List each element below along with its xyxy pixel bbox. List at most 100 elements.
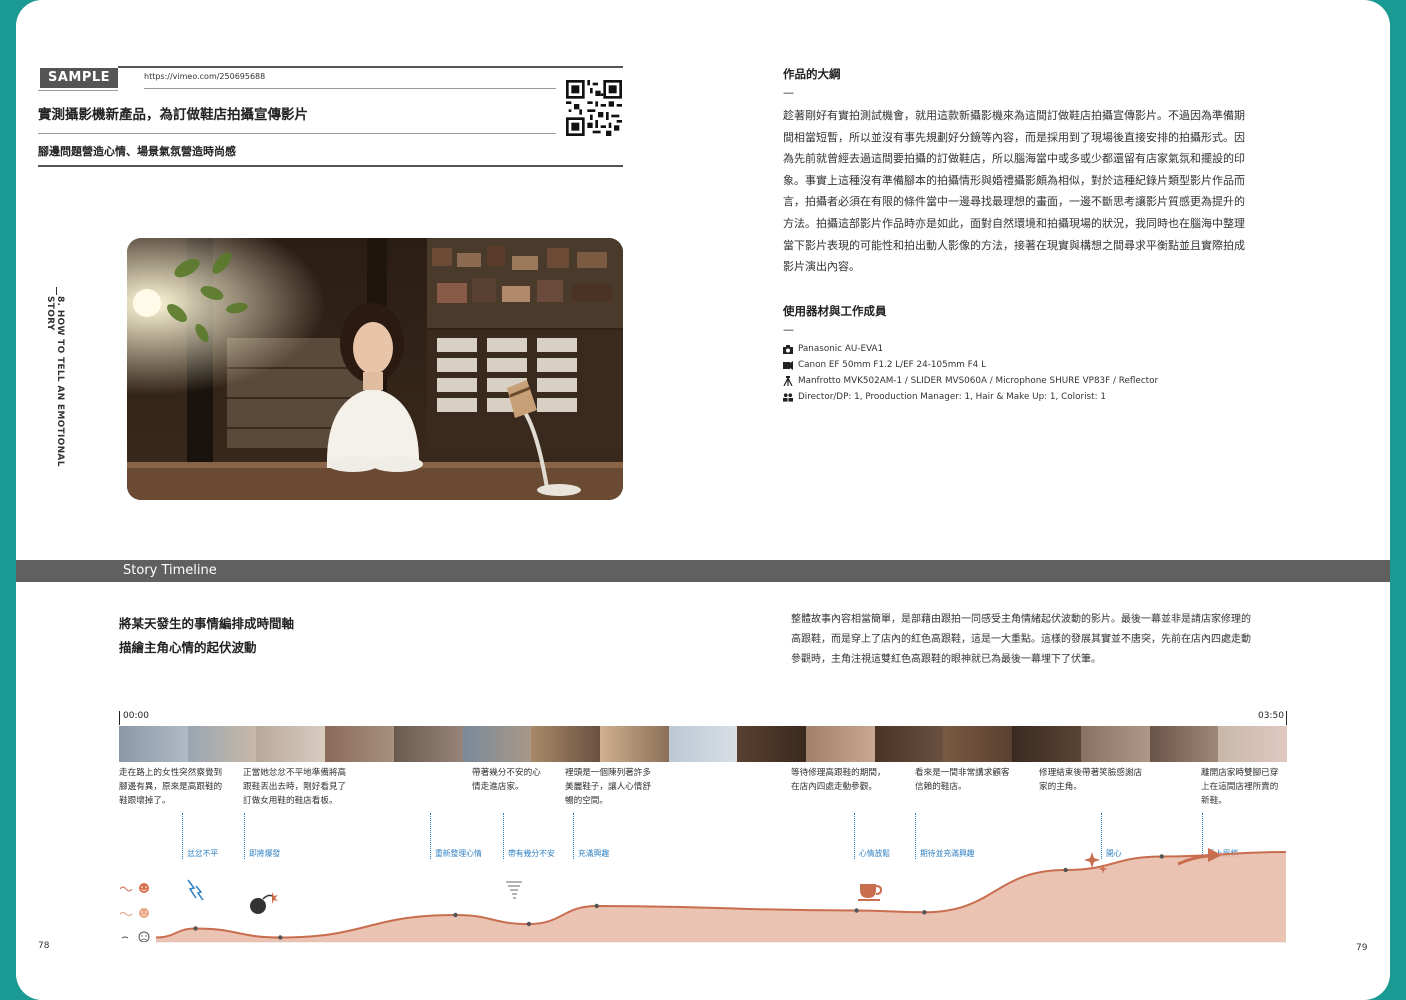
video-thumbnail[interactable] — [1080, 726, 1150, 762]
summary-line: 高跟鞋，而是穿上了店內的紅色高跟鞋，這是一大重點。這樣的發展其實並不唐突，先前在… — [791, 634, 1251, 645]
outline-line: 間相當短暫，所以並沒有事先規劃好分鏡等內容，而是採用到了現場後直接安排的拍攝形式… — [783, 130, 1245, 144]
video-thumbnail[interactable] — [806, 726, 875, 762]
caption-line: 等待修理高跟鞋的期間， — [791, 768, 886, 778]
equipment-item: Director/DP: 1, Prooduction Manager: 1, … — [783, 389, 1158, 405]
scene-caption: 走在路上的女性突然察覺到 腳邊有異，原來是高跟鞋的 鞋跟壞掉了。 — [119, 766, 222, 808]
outline-dash: — — [783, 86, 794, 99]
equipment-list: Panasonic AU-EVA1 Canon EF 50mm F1.2 L/E… — [783, 341, 1158, 405]
sad-face-icon — [121, 931, 150, 942]
mood-scale — [119, 883, 150, 942]
caption-line: 正當她忿忿不平地準備將高 — [243, 768, 347, 778]
caption-line: 在店內四處走動參觀。 — [791, 782, 877, 792]
side-tick — [56, 287, 57, 295]
whirlwind-icon — [506, 881, 522, 899]
video-thumbnail[interactable] — [874, 726, 944, 762]
scene-caption: 修理結束後帶著笑臉感謝店 家的主角。 — [1039, 766, 1142, 794]
lightning-icon — [187, 879, 204, 901]
video-thumbnail[interactable] — [256, 726, 326, 762]
outline-line: 方法。拍攝這部影片作品時亦是如此，面對自然環境和拍攝現場的狀況，我同時也在腦海中… — [783, 216, 1245, 230]
sample-badge: SAMPLE 2: — [40, 68, 118, 105]
equipment-text: Panasonic AU-EVA1 — [798, 344, 884, 354]
caption-line: 帶著幾分不安的心 — [472, 768, 541, 778]
emotion-point — [526, 921, 532, 927]
video-thumbnail[interactable] — [531, 726, 600, 762]
tripod-icon — [783, 376, 793, 386]
timeline-band-label: Story Timeline — [123, 563, 217, 578]
caption-line: 鞋跟壞掉了。 — [119, 796, 171, 806]
outline-line: 言，拍攝者必須在有限的條件當中一邊尋找最理想的畫面，一邊不斷思考讓影片質感更為提… — [783, 195, 1245, 209]
video-thumbnail[interactable] — [462, 726, 532, 762]
scene-caption: 裡頭是一個陳列著許多 美麗鞋子，讓人心情舒 暢的空間。 — [565, 766, 651, 808]
emotion-point — [922, 910, 927, 915]
equipment-heading: 使用器材與工作成員 — [783, 304, 887, 318]
outline-line: 為先前就曾經去過這間要拍攝的訂做鞋店，所以腦海當中或多或少都還留有店家氣氛和擺設… — [783, 152, 1245, 166]
chapter-side-label: 8. HOW TO TELL AN EMOTIONAL STORY — [45, 296, 65, 467]
equipment-item: Manfrotto MVK502AM-1 / SLIDER MVS060A / … — [783, 373, 1158, 389]
caption-line: 美麗鞋子，讓人心情舒 — [565, 782, 651, 792]
video-thumbnail[interactable] — [599, 726, 669, 762]
title-divider — [38, 133, 556, 134]
outline-line: 影片演出內容。 — [783, 260, 860, 274]
video-thumbnail[interactable] — [1218, 726, 1287, 762]
outline-heading: 作品的大綱 — [783, 67, 841, 81]
start-marker — [119, 711, 120, 725]
scene-caption: 等待修理高跟鞋的期間， 在店內四處走動參觀。 — [791, 766, 886, 794]
coffee-cup-icon — [858, 884, 883, 901]
video-thumbnail[interactable] — [325, 726, 394, 762]
outline-line: 趁著剛好有實拍測試機會，就用這款新攝影機來為這間訂做鞋店拍攝宣傳影片。不過因為準… — [783, 109, 1245, 122]
caption-line: 裡頭是一個陳列著許多 — [565, 768, 651, 778]
caption-line: 上在這間店裡所賣的 — [1201, 782, 1279, 792]
neutral-face-icon — [119, 908, 149, 918]
page-number-right: 79 — [1356, 943, 1368, 953]
scene-photo — [127, 238, 623, 500]
thumbnail-strip — [119, 726, 1287, 762]
summary-line: 參觀時，主角注視這雙紅色高跟鞋的眼神就已為最後一幕埋下了伏筆。 — [791, 654, 1101, 665]
video-url[interactable]: https://vimeo.com/250695688 — [144, 72, 265, 81]
video-thumbnail[interactable] — [1012, 726, 1081, 762]
video-thumbnail[interactable] — [119, 726, 188, 762]
equipment-text: Director/DP: 1, Prooduction Manager: 1, … — [798, 392, 1106, 402]
emotion-point — [1159, 854, 1164, 859]
caption-line: 離開店家時雙腳已穿 — [1201, 768, 1279, 778]
video-thumbnail[interactable] — [187, 726, 257, 762]
outline-body: 趁著剛好有實拍測試機會，就用這款新攝影機來為這間訂做鞋店拍攝宣傳影片。不過因為準… — [783, 105, 1283, 278]
caption-line: 修理結束後帶著笑臉感謝店 — [1039, 768, 1143, 778]
video-thumbnail[interactable] — [943, 726, 1013, 762]
emotion-point — [193, 926, 198, 931]
video-thumbnail[interactable] — [737, 726, 807, 762]
caption-line: 家的主角。 — [1039, 782, 1082, 792]
video-thumbnail[interactable] — [393, 726, 463, 762]
caption-line: 情走進店家。 — [472, 782, 524, 792]
lens-icon — [783, 360, 793, 370]
emotion-point — [854, 908, 859, 913]
scene-caption: 看來是一間非常講求顧客 信賴的鞋店。 — [915, 766, 1010, 794]
url-underline — [144, 88, 556, 89]
emotion-curve-chart — [156, 848, 1287, 943]
page-subtitle: 腳邊問題營造心情、場景氣氛營造時尚感 — [38, 145, 236, 158]
camera-icon — [783, 344, 793, 354]
crew-icon — [783, 392, 793, 402]
qr-code-icon[interactable] — [566, 80, 622, 136]
caption-line: 暢的空間。 — [565, 796, 608, 806]
timeline-summary: 整體故事內容相當簡單，是部藉由跟拍一同感受主角情緒起伏波動的影片。最後一幕並非是… — [791, 610, 1291, 670]
video-thumbnail[interactable] — [668, 726, 738, 762]
caption-line: 訂做女用鞋的鞋店看板。 — [243, 796, 338, 806]
caption-line: 走在路上的女性突然察覺到 — [119, 768, 223, 778]
equipment-text: Canon EF 50mm F1.2 L/EF 24-105mm F4 L — [798, 360, 986, 370]
timeline-heading-line: 將某天發生的事情編排成時間軸 — [119, 616, 295, 631]
page-title: 實測攝影機新產品，為訂做鞋店拍攝宣傳影片 — [38, 107, 308, 123]
video-thumbnail[interactable] — [1149, 726, 1219, 762]
timeline-band — [16, 560, 1390, 582]
summary-line: 整體故事內容相當簡單，是部藉由跟拍一同感受主角情緒起伏波動的影片。最後一幕並非是… — [791, 614, 1251, 625]
emotion-point — [594, 903, 599, 909]
scene-caption: 帶著幾分不安的心 情走進店家。 — [472, 766, 541, 794]
start-time: 00:00 — [123, 711, 149, 721]
page-number-left: 78 — [38, 941, 50, 951]
caption-line: 看來是一間非常講求顧客 — [915, 768, 1010, 778]
emotion-point — [453, 912, 458, 918]
timeline-heading: 將某天發生的事情編排成時間軸 描繪主角心情的起伏波動 — [119, 612, 294, 660]
emotion-point — [278, 935, 283, 940]
equipment-dash: — — [783, 323, 794, 336]
emotion-area — [156, 852, 1286, 942]
end-time: 03:50 — [1258, 711, 1284, 721]
